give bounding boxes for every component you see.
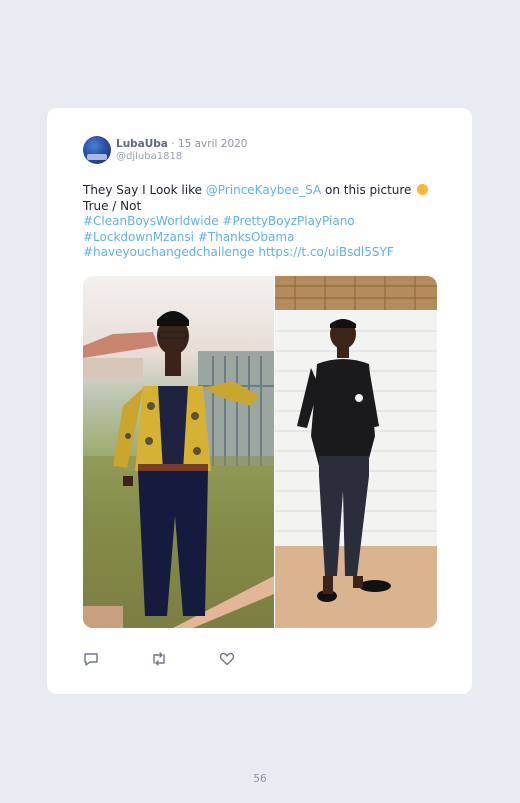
reply-icon <box>84 653 98 666</box>
text-line2: True / Not <box>83 198 142 213</box>
tweet-media <box>83 276 437 628</box>
retweet-button[interactable] <box>150 651 168 666</box>
text-suffix: on this picture <box>321 183 416 197</box>
tweet-header: LubaUba · 15 avril 2020 <box>116 138 247 150</box>
tweet-date[interactable]: 15 avril 2020 <box>178 138 248 150</box>
avatar[interactable] <box>83 136 111 164</box>
hashtag-challenge[interactable]: #haveyouchangedchallenge <box>83 245 255 259</box>
mention-link[interactable]: @PrinceKaybee_SA <box>206 183 321 197</box>
thinking-emoji-icon <box>417 184 429 195</box>
tweet-text: They Say I Look like @PrinceKaybee_SA on… <box>83 183 463 261</box>
author-handle[interactable]: @djluba1818 <box>116 151 182 162</box>
author-name[interactable]: LubaUba <box>116 138 168 150</box>
tweet-url[interactable]: https://t.co/uiBsdl5SYF <box>258 245 393 259</box>
photo-left[interactable] <box>83 276 274 628</box>
like-button[interactable] <box>219 651 235 666</box>
separator: · <box>167 138 178 150</box>
hashtags-line2[interactable]: #LockdownMzansi #ThanksObama <box>83 230 294 244</box>
hashtags-line1[interactable]: #CleanBoysWorldwide #PrettyBoyzPlayPiano <box>83 214 355 228</box>
reply-button[interactable] <box>83 651 99 666</box>
photo-right[interactable] <box>275 276 437 628</box>
text-prefix: They Say I Look like <box>83 183 206 197</box>
tweet-card: LubaUba · 15 avril 2020 @djluba1818 They… <box>47 108 472 694</box>
photo-right-illustration <box>275 276 437 628</box>
retweet-icon <box>153 652 165 666</box>
page-number: 56 <box>253 773 267 785</box>
heart-icon <box>219 652 235 666</box>
photo-left-illustration <box>83 311 274 628</box>
